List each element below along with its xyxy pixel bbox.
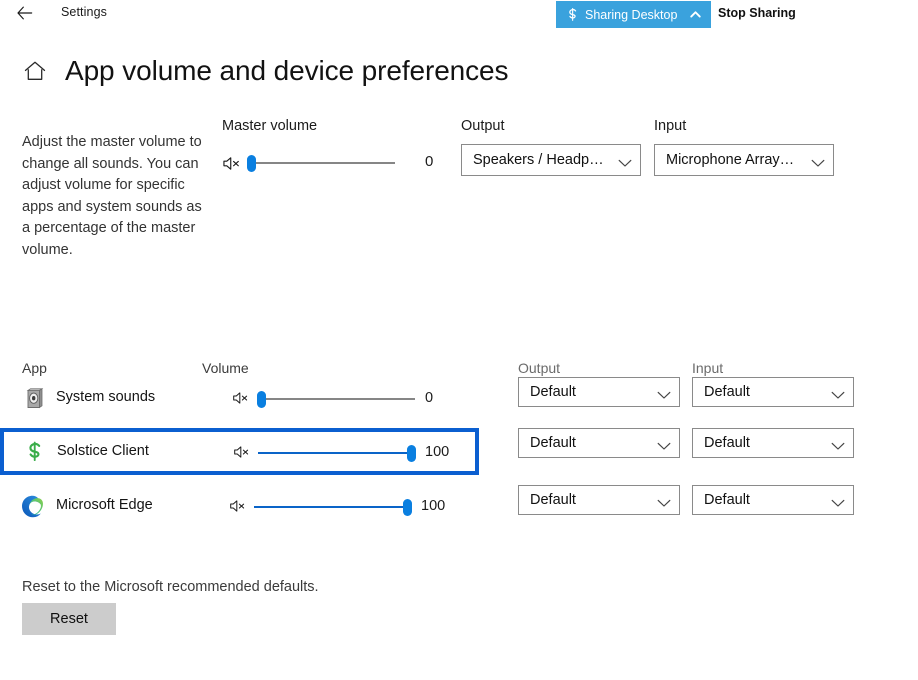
output-select-microsoft-edge[interactable]: Default xyxy=(518,485,680,515)
input-value-solstice-client: Default xyxy=(704,435,750,451)
app-name-solstice-client: Solstice Client xyxy=(57,443,149,459)
slider-fill xyxy=(254,506,412,508)
column-header-app: App xyxy=(22,360,47,376)
sharing-desktop-badge[interactable]: Sharing Desktop xyxy=(556,1,711,28)
slider-track xyxy=(257,398,415,400)
description-text: Adjust the master volume to change all s… xyxy=(22,134,202,258)
input-label: Input xyxy=(654,118,687,134)
solstice-s-logo-icon xyxy=(23,440,47,464)
output-label: Output xyxy=(461,118,505,134)
output-select-system-sounds[interactable]: Default xyxy=(518,377,680,407)
volume-slider-solstice-client[interactable] xyxy=(258,443,416,463)
stop-sharing-button[interactable]: Stop Sharing xyxy=(718,6,796,20)
output-value-system-sounds: Default xyxy=(530,384,576,400)
slider-fill xyxy=(258,452,416,454)
input-select-system-sounds[interactable]: Default xyxy=(692,377,854,407)
volume-slider-microsoft-edge[interactable] xyxy=(254,497,412,517)
solstice-s-logo-icon xyxy=(565,6,580,23)
input-device-value: Microphone Array… xyxy=(666,152,795,168)
column-header-volume: Volume xyxy=(202,360,249,376)
chevron-down-icon xyxy=(831,496,845,507)
microsoft-edge-icon xyxy=(20,494,44,518)
output-device-select[interactable]: Speakers / Headp… xyxy=(461,144,641,176)
output-select-solstice-client[interactable]: Default xyxy=(518,428,680,458)
volume-slider-system-sounds[interactable] xyxy=(257,389,415,409)
chevron-down-icon xyxy=(811,156,825,167)
output-value-solstice-client: Default xyxy=(530,435,576,451)
slider-thumb[interactable] xyxy=(407,445,416,462)
volume-value-microsoft-edge: 100 xyxy=(421,498,446,514)
chevron-down-icon xyxy=(657,388,671,399)
master-volume-slider[interactable] xyxy=(247,153,395,173)
home-icon[interactable] xyxy=(22,58,48,84)
output-value-microsoft-edge: Default xyxy=(530,492,576,508)
speaker-mute-icon[interactable] xyxy=(229,498,248,515)
back-arrow-icon[interactable] xyxy=(12,3,38,27)
input-value-system-sounds: Default xyxy=(704,384,750,400)
system-sounds-icon xyxy=(22,387,46,411)
speaker-mute-icon[interactable] xyxy=(232,390,251,407)
app-name-microsoft-edge: Microsoft Edge xyxy=(56,497,153,513)
app-row-microsoft-edge[interactable]: Microsoft Edge 100 xyxy=(0,487,480,527)
chevron-down-icon xyxy=(831,439,845,450)
speaker-mute-icon[interactable] xyxy=(233,444,252,461)
reset-button[interactable]: Reset xyxy=(22,603,116,635)
column-header-input: Input xyxy=(692,360,724,376)
master-volume-value: 0 xyxy=(425,153,434,170)
output-device-value: Speakers / Headp… xyxy=(473,152,604,168)
page-title: App volume and device preferences xyxy=(65,55,509,86)
chevron-down-icon xyxy=(657,439,671,450)
app-row-solstice-client[interactable]: Solstice Client 100 xyxy=(0,428,479,475)
sharing-desktop-label: Sharing Desktop xyxy=(585,7,678,22)
volume-value-system-sounds: 0 xyxy=(425,390,434,406)
slider-thumb[interactable] xyxy=(247,155,256,172)
slider-track xyxy=(247,162,395,164)
volume-value-solstice-client: 100 xyxy=(425,444,450,460)
master-volume-slider-row xyxy=(222,150,395,176)
input-select-solstice-client[interactable]: Default xyxy=(692,428,854,458)
chevron-down-icon xyxy=(618,156,632,167)
speaker-mute-icon[interactable] xyxy=(222,155,241,172)
input-select-microsoft-edge[interactable]: Default xyxy=(692,485,854,515)
title-bar: Settings Sharing Desktop Stop Sharing xyxy=(0,0,918,30)
app-row-system-sounds[interactable]: System sounds 0 xyxy=(0,379,480,419)
chevron-down-icon xyxy=(831,388,845,399)
chevron-down-icon xyxy=(657,496,671,507)
slider-thumb[interactable] xyxy=(403,499,412,516)
chevron-up-icon[interactable] xyxy=(689,8,702,21)
input-device-select[interactable]: Microphone Array… xyxy=(654,144,834,176)
app-name-system-sounds: System sounds xyxy=(56,389,156,405)
master-volume-label: Master volume xyxy=(222,118,318,134)
slider-thumb[interactable] xyxy=(257,391,266,408)
app-title: Settings xyxy=(61,5,107,19)
input-value-microsoft-edge: Default xyxy=(704,492,750,508)
column-header-output: Output xyxy=(518,360,561,376)
reset-description: Reset to the Microsoft recommended defau… xyxy=(22,579,319,595)
